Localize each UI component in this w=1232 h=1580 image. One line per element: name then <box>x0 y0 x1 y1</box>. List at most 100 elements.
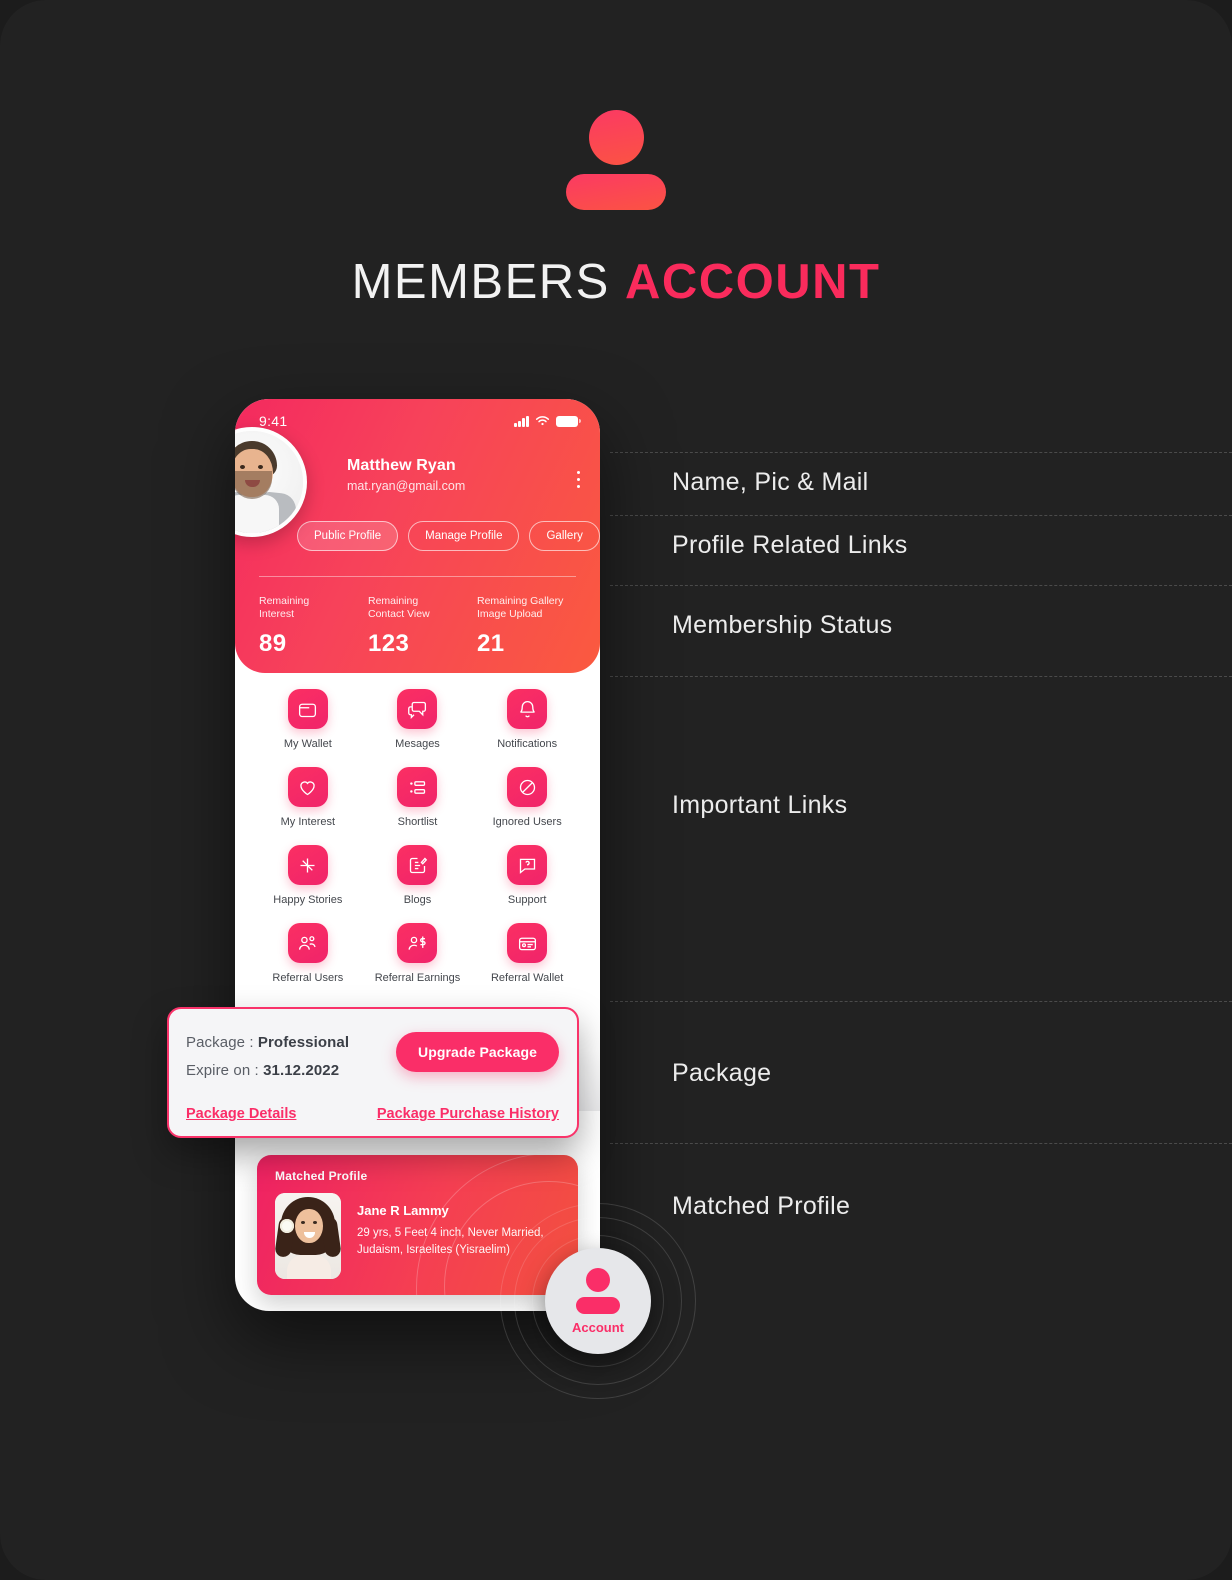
chip-manage-profile[interactable]: Manage Profile <box>408 521 520 551</box>
list-icon <box>397 767 438 807</box>
grid-item-referral-earnings[interactable]: Referral Earnings <box>363 923 473 984</box>
kebab-menu-icon[interactable] <box>576 471 580 489</box>
grid-item-ignored-users[interactable]: Ignored Users <box>472 767 582 828</box>
stat-value: 123 <box>368 629 410 657</box>
matched-profile-name: Jane R Lammy <box>357 1203 449 1218</box>
person-icon <box>0 110 1232 210</box>
grid-item-referral-wallet[interactable]: Referral Wallet <box>472 923 582 984</box>
stat-label-line1: Remaining <box>368 595 419 607</box>
grid-item-label: Referral Wallet <box>490 972 564 984</box>
person-icon-head <box>588 110 644 165</box>
status-bar-time: 9:41 <box>259 413 288 429</box>
annotation-divider <box>610 1001 1232 1002</box>
signal-bars-icon <box>514 415 529 427</box>
annotation-label-profile-links: Profile Related Links <box>672 531 908 559</box>
stat-label-line2: Image Upload <box>477 608 543 621</box>
membership-status: Remaining Interest 89 Remaining Contact … <box>259 595 586 658</box>
important-links-grid: My Wallet Mesages Notifications My Inter… <box>235 689 600 984</box>
package-expiry-row: Expire on : 31.12.2022 <box>186 1062 339 1079</box>
grid-item-happy-stories[interactable]: Happy Stories <box>253 845 363 906</box>
stat-remaining-interest: Remaining Interest 89 <box>259 595 368 658</box>
stat-value: 21 <box>477 629 505 657</box>
person-icon-body <box>576 1296 620 1314</box>
wallet-icon <box>287 689 328 729</box>
grid-item-label: Support <box>507 894 547 906</box>
matched-details-line1: 29 yrs, 5 Feet 4 inch, Never Married, <box>357 1227 544 1239</box>
grid-item-referral-users[interactable]: Referral Users <box>253 923 363 984</box>
annotation-divider <box>610 585 1232 586</box>
upgrade-package-button[interactable]: Upgrade Package <box>396 1032 559 1072</box>
page-title: MEMBERS ACCOUNT <box>0 258 1232 307</box>
package-value: Professional <box>257 1034 350 1051</box>
stat-remaining-gallery-upload: Remaining Gallery Image Upload 21 <box>477 595 586 658</box>
grid-item-label: Referral Users <box>272 972 344 984</box>
person-icon <box>586 1267 610 1292</box>
stat-label-line2: Contact View <box>368 608 430 621</box>
grid-item-label: Notifications <box>497 738 558 750</box>
status-bar-indicators <box>514 415 581 427</box>
stat-value: 89 <box>259 629 287 657</box>
annotation-label-name-pic-mail: Name, Pic & Mail <box>672 468 869 496</box>
sparkle-plus-icon <box>287 845 328 885</box>
stat-remaining-contact-view: Remaining Contact View 123 <box>368 595 477 658</box>
grid-item-label: Ignored Users <box>492 816 562 828</box>
chip-public-profile[interactable]: Public Profile <box>297 521 399 551</box>
package-card: Package : Professional Expire on : 31.12… <box>167 1007 579 1138</box>
chat-bubbles-icon <box>397 689 438 729</box>
expire-value: 31.12.2022 <box>263 1062 340 1079</box>
avatar[interactable] <box>235 427 307 537</box>
page-title-bold: ACCOUNT <box>624 255 881 309</box>
grid-item-my-wallet[interactable]: My Wallet <box>253 689 363 750</box>
heart-icon <box>287 767 328 807</box>
annotation-label-important-links: Important Links <box>672 791 848 819</box>
referral-users-icon <box>287 923 328 963</box>
matched-details-line2: Judaism, Israelites (Yisraelim) <box>357 1243 510 1256</box>
package-details-link[interactable]: Package Details <box>186 1106 296 1122</box>
annotation-divider <box>610 515 1232 516</box>
bell-icon <box>507 689 548 729</box>
grid-item-label: Mesages <box>395 738 440 750</box>
user-identity: Matthew Ryan mat.ryan@gmail.com <box>347 457 580 493</box>
grid-item-mesages[interactable]: Mesages <box>363 689 473 750</box>
chip-gallery[interactable]: Gallery <box>529 521 600 551</box>
blog-edit-icon <box>397 845 438 885</box>
stat-label-line2: Interest <box>259 608 295 621</box>
annotation-divider <box>610 676 1232 677</box>
annotation-label-matched-profile: Matched Profile <box>672 1192 851 1220</box>
grid-item-label: My Wallet <box>283 738 332 750</box>
annotation-divider <box>610 452 1232 453</box>
package-purchase-history-link[interactable]: Package Purchase History <box>377 1106 559 1122</box>
annotation-divider <box>610 1143 1232 1144</box>
package-name-row: Package : Professional <box>186 1034 349 1051</box>
grid-item-support[interactable]: Support <box>472 845 582 906</box>
grid-item-shortlist[interactable]: Shortlist <box>363 767 473 828</box>
account-fab-button[interactable]: Account <box>545 1248 651 1354</box>
annotation-label-package: Package <box>672 1059 772 1087</box>
user-name: Matthew Ryan <box>347 457 456 474</box>
battery-full-icon <box>556 415 581 427</box>
stat-label-line1: Remaining <box>259 595 310 607</box>
status-bar: 9:41 <box>259 413 581 429</box>
grid-item-my-interest[interactable]: My Interest <box>253 767 363 828</box>
grid-item-notifications[interactable]: Notifications <box>472 689 582 750</box>
referral-wallet-icon <box>507 923 548 963</box>
expire-label: Expire on : <box>186 1062 264 1079</box>
matched-profile-title: Matched Profile <box>275 1169 368 1183</box>
phone-mockup: 9:41 Matthew Ryan mat.ryan@gmail.com Pub… <box>235 399 600 1311</box>
grid-item-label: Happy Stories <box>273 894 343 906</box>
referral-earnings-icon <box>397 923 438 963</box>
support-question-icon <box>507 845 548 885</box>
grid-item-label: My Interest <box>280 816 336 828</box>
account-fab-label: Account <box>572 1319 624 1335</box>
user-email: mat.ryan@gmail.com <box>347 479 466 493</box>
poster-canvas: MEMBERS ACCOUNT Name, Pic & Mail Profile… <box>0 0 1232 1580</box>
stat-label-line1: Remaining Gallery <box>477 595 564 607</box>
profile-header: 9:41 Matthew Ryan mat.ryan@gmail.com Pub… <box>235 399 600 673</box>
grid-item-blogs[interactable]: Blogs <box>363 845 473 906</box>
matched-profile-photo <box>275 1193 341 1279</box>
block-circle-icon <box>507 767 548 807</box>
page-title-light: MEMBERS <box>351 255 610 309</box>
package-label: Package : <box>186 1034 258 1051</box>
phone-screen: 9:41 Matthew Ryan mat.ryan@gmail.com Pub… <box>235 399 600 1311</box>
profile-links-row: Public Profile Manage Profile Gallery <box>297 521 600 551</box>
